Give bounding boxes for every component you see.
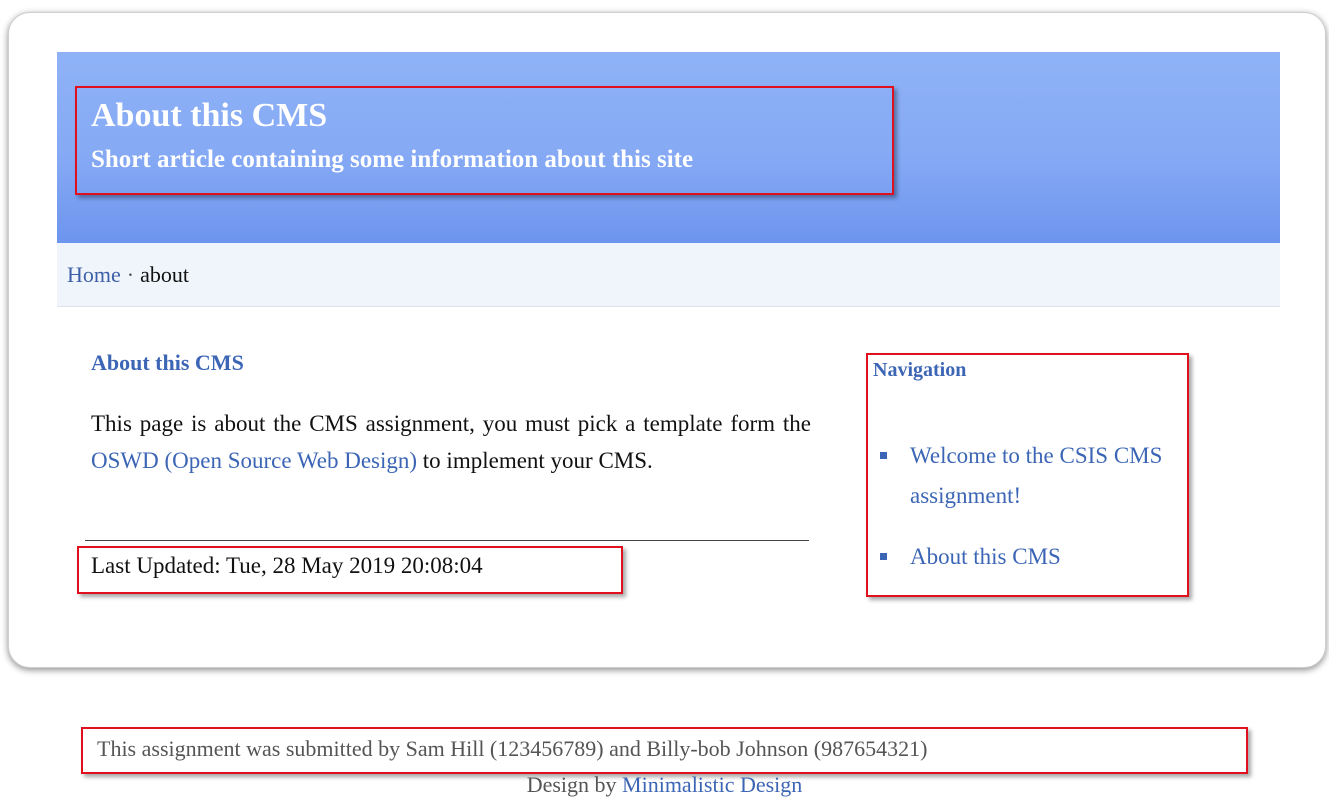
last-updated: Last Updated: Tue, 28 May 2019 20:08:04: [91, 553, 483, 578]
square-bullet-icon: [880, 452, 887, 459]
breadcrumb: Home · about: [67, 262, 189, 288]
nav-item-welcome[interactable]: Welcome to the CSIS CMS assignment!: [880, 436, 1180, 516]
breadcrumb-current: about: [140, 262, 189, 287]
article-text-before-link: This page is about the CMS assignment, y…: [91, 411, 811, 436]
site-title: About this CMS: [91, 97, 328, 134]
footer-design-credit: Design by Minimalistic Design: [0, 772, 1329, 798]
footer-submitted-text: This assignment was submitted by Sam Hil…: [97, 736, 928, 761]
nav-link-about[interactable]: About this CMS: [910, 544, 1061, 569]
article-title: About this CMS: [91, 350, 244, 375]
breadcrumb-bar: [57, 243, 1280, 307]
site-subtitle: Short article containing some informatio…: [91, 146, 694, 173]
footer-design-prefix: Design by: [526, 772, 623, 797]
article-text-after-link: to implement your CMS.: [417, 448, 653, 473]
footer-design-link[interactable]: Minimalistic Design: [622, 772, 802, 797]
article-body: This page is about the CMS assignment, y…: [91, 405, 811, 479]
breadcrumb-separator: ·: [126, 262, 135, 287]
breadcrumb-home-link[interactable]: Home: [67, 262, 121, 287]
nav-link-welcome[interactable]: Welcome to the CSIS CMS assignment!: [910, 443, 1162, 508]
navigation-title: Navigation: [873, 359, 967, 381]
article-divider: [85, 540, 809, 541]
nav-item-about[interactable]: About this CMS: [880, 537, 1180, 577]
square-bullet-icon: [880, 553, 887, 560]
oswd-link[interactable]: OSWD (Open Source Web Design): [91, 448, 417, 473]
